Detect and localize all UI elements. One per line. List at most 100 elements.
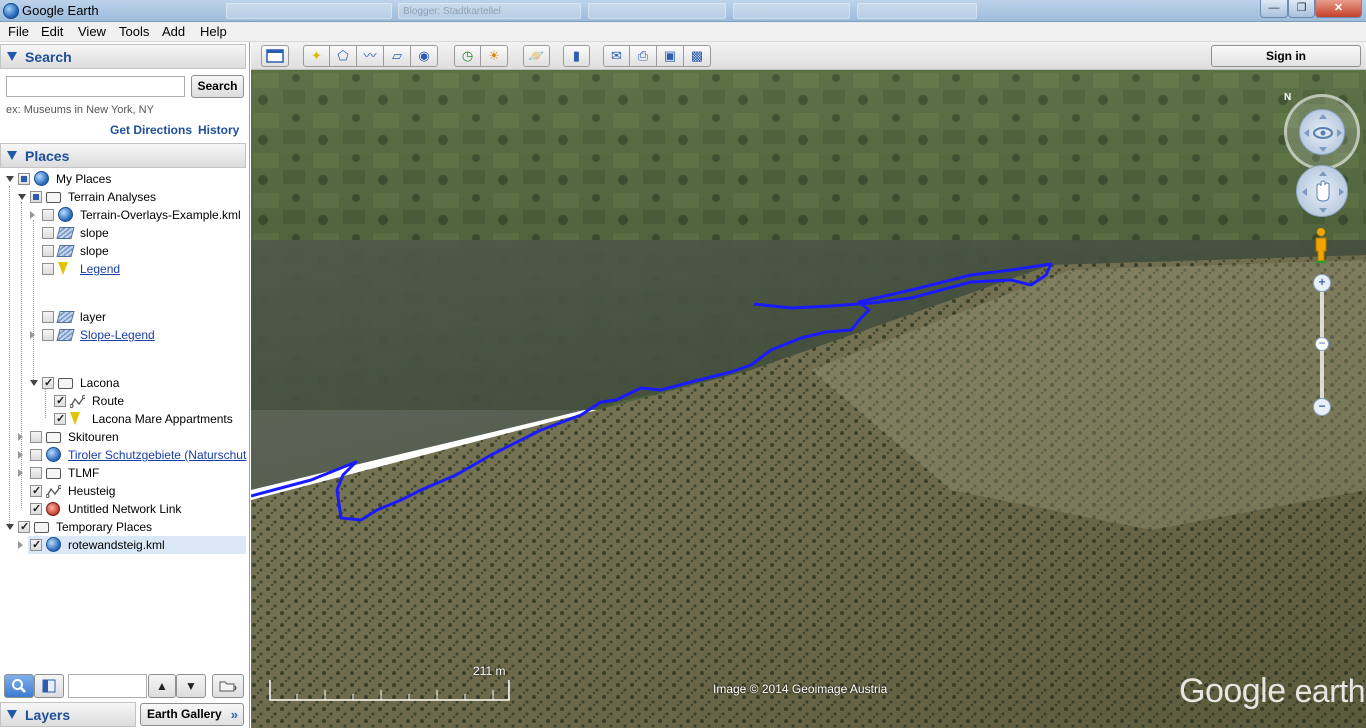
places-tree-item[interactable]: layer [40, 308, 246, 326]
places-tree-item[interactable]: Terrain-Overlays-Example.kml [30, 206, 246, 224]
record-tour-button[interactable]: ◉ [411, 45, 438, 67]
places-tree-item[interactable]: Temporary Places [6, 518, 246, 536]
places-tree-item[interactable]: Lacona [30, 374, 246, 392]
places-tree-item[interactable]: My Places [6, 170, 246, 188]
places-tree-item-label: Heusteig [68, 484, 116, 498]
menu-help[interactable]: Help [200, 24, 227, 39]
places-tree-item[interactable]: Heusteig [28, 482, 246, 500]
network-link-icon [46, 502, 60, 516]
look-joystick[interactable] [1284, 94, 1360, 170]
sunlight-button[interactable]: ☀ [481, 45, 508, 67]
visibility-checkbox[interactable] [54, 410, 66, 428]
move-joystick[interactable] [1296, 165, 1348, 217]
visibility-checkbox[interactable] [42, 329, 54, 341]
places-tree-item[interactable]: Slope-Legend [30, 326, 246, 344]
close-button[interactable]: ✕ [1315, 0, 1362, 18]
ruler-button[interactable]: ▮ [563, 45, 590, 67]
historical-imagery-button[interactable]: ◷ [454, 45, 481, 67]
places-tree-item-label[interactable]: Slope-Legend [80, 326, 155, 344]
zoom-in-button[interactable]: + [1313, 274, 1331, 292]
hide-sidebar-button[interactable] [261, 45, 289, 67]
move-down-button[interactable]: ▼ [176, 674, 206, 698]
places-tree-item[interactable]: slope [40, 242, 246, 260]
search-input[interactable] [6, 76, 185, 97]
expand-arrow-icon[interactable] [18, 541, 23, 549]
places-tree-item[interactable]: Skitouren [18, 428, 246, 446]
history-link[interactable]: History [198, 123, 239, 137]
visibility-checkbox[interactable] [18, 518, 30, 536]
globe-icon [58, 207, 73, 222]
visibility-checkbox[interactable] [42, 263, 54, 275]
places-tree-item[interactable]: rotewandsteig.kml [18, 536, 246, 554]
search-button[interactable]: Search [191, 75, 244, 98]
visibility-checkbox[interactable] [42, 227, 54, 239]
visibility-checkbox[interactable] [54, 392, 66, 410]
map-view[interactable]: N + − − 211 m Image © 2014 Geoimage Aust… [251, 70, 1366, 728]
earth-gallery-button[interactable]: Earth Gallery » [140, 703, 244, 726]
north-indicator[interactable]: N [1284, 92, 1291, 103]
places-tree-item-label[interactable]: Tiroler Schutzgebiete (Naturschut [68, 446, 246, 464]
street-view-pegman-icon[interactable] [1314, 227, 1328, 263]
visibility-checkbox[interactable] [42, 311, 54, 323]
visibility-checkbox[interactable] [30, 500, 42, 518]
places-tree-item[interactable]: Terrain Analyses [18, 188, 246, 206]
places-tree-item[interactable]: Lacona Mare Appartments [52, 410, 246, 428]
expand-arrow-icon[interactable] [18, 451, 23, 459]
move-up-button[interactable]: ▲ [148, 674, 176, 698]
places-tree-item-label: slope [80, 244, 109, 258]
zoom-thumb[interactable]: − [1315, 337, 1329, 351]
places-tree-item[interactable]: TLMF [18, 464, 246, 482]
print-button[interactable]: ⎙ [630, 45, 657, 67]
places-tree-item[interactable]: Untitled Network Link [28, 500, 246, 518]
visibility-checkbox[interactable] [30, 536, 42, 554]
search-places-button[interactable] [4, 674, 34, 698]
add-polygon-button[interactable]: ⬠ [330, 45, 357, 67]
get-directions-link[interactable]: Get Directions [110, 123, 192, 137]
visibility-checkbox[interactable] [30, 431, 42, 443]
places-section-header[interactable]: Places [0, 143, 246, 168]
visibility-checkbox[interactable] [42, 374, 54, 392]
visibility-checkbox[interactable] [42, 209, 54, 221]
expand-arrow-icon[interactable] [30, 331, 35, 339]
expand-arrow-icon[interactable] [18, 469, 23, 477]
email-button[interactable]: ✉ [603, 45, 630, 67]
menu-add[interactable]: Add [162, 24, 185, 39]
menu-view[interactable]: View [78, 24, 106, 39]
places-tree-item[interactable]: Tiroler Schutzgebiete (Naturschut [18, 446, 246, 464]
visibility-checkbox[interactable] [30, 191, 42, 203]
zoom-out-button[interactable]: − [1313, 398, 1331, 416]
collapse-arrow-icon[interactable] [18, 194, 26, 200]
places-tree-item[interactable]: slope [40, 224, 246, 242]
places-tree-item-label[interactable]: Legend [80, 260, 120, 278]
visibility-checkbox[interactable] [42, 245, 54, 257]
places-tree-item[interactable]: Legend [40, 260, 246, 278]
expand-arrow-icon[interactable] [18, 433, 23, 441]
collapse-arrow-icon[interactable] [6, 524, 14, 530]
minimize-button[interactable]: — [1260, 0, 1288, 18]
expand-arrow-icon[interactable] [30, 211, 35, 219]
save-image-button[interactable]: ▩ [684, 45, 711, 67]
layers-section-header[interactable]: Layers [0, 702, 136, 727]
collapse-arrow-icon[interactable] [30, 380, 38, 386]
places-filter-input[interactable] [68, 674, 147, 698]
visibility-checkbox[interactable] [18, 173, 30, 185]
view-in-maps-button[interactable]: ▣ [657, 45, 684, 67]
maximize-button[interactable]: ❐ [1288, 0, 1315, 18]
visibility-checkbox[interactable] [30, 467, 42, 479]
visibility-checkbox[interactable] [30, 482, 42, 500]
toggle-sidebar-button[interactable] [34, 674, 64, 698]
places-tree-item[interactable]: Route [52, 392, 246, 410]
add-path-button[interactable]: 〰 [357, 45, 384, 67]
menu-file[interactable]: File [8, 24, 29, 39]
add-image-overlay-button[interactable]: ▱ [384, 45, 411, 67]
visibility-checkbox[interactable] [30, 449, 42, 461]
search-section-header[interactable]: Search [0, 44, 246, 69]
sign-in-button[interactable]: Sign in [1211, 45, 1361, 67]
menu-tools[interactable]: Tools [119, 24, 149, 39]
menu-edit[interactable]: Edit [41, 24, 63, 39]
folder-options-button[interactable] [212, 674, 244, 698]
zoom-slider[interactable]: + − − [1313, 274, 1331, 416]
switch-planet-button[interactable]: 🪐 [523, 45, 550, 67]
add-placemark-button[interactable]: ✦ [303, 45, 330, 67]
collapse-arrow-icon[interactable] [6, 176, 14, 182]
